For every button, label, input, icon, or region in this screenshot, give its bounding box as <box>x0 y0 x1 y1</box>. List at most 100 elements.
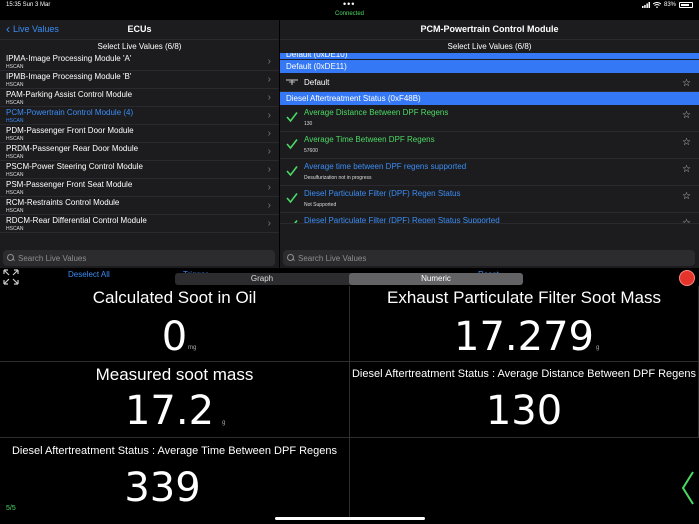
checkmark-icon <box>286 193 298 204</box>
status-time: 15:35 Sun 3 Mar <box>6 2 51 8</box>
chevron-right-icon: › <box>267 74 271 85</box>
chevron-right-icon: › <box>267 218 271 229</box>
checkmark-icon <box>286 166 298 177</box>
ecu-panel: ‹ Live Values ECUs Select Live Values (6… <box>0 20 279 279</box>
gauge-value: 339 <box>124 465 201 511</box>
checkmark-icon <box>286 112 298 123</box>
ecu-list-item[interactable]: IPMB-Image Processing Module 'B' HSCAN › <box>0 71 279 89</box>
ecu-list[interactable]: IPMA-Image Processing Module 'A' HSCAN › IP… <box>0 53 279 247</box>
checkmark-icon <box>294 220 298 223</box>
home-indicator[interactable] <box>275 517 425 520</box>
ecu-name: PSM-Passenger Front Seat Module <box>6 180 133 189</box>
gauge-avg-time-dpf[interactable]: Diesel Aftertreatment Status : Average T… <box>0 438 350 518</box>
gauge-title: Exhaust Particulate Filter Soot Mass <box>386 288 661 307</box>
module-nav-bar: PCM-Powertrain Control Module <box>280 20 699 40</box>
ecu-list-item[interactable]: IPMA-Image Processing Module 'A' HSCAN › <box>0 53 279 71</box>
live-value-current: 130 <box>304 121 313 127</box>
status-bar: 15:35 Sun 3 Mar ••• Connected 83% <box>0 0 699 20</box>
live-values-list[interactable]: Default (0xDE10) Default (0xDE11) Defaul… <box>280 53 699 247</box>
default-item-label: Default <box>304 78 330 87</box>
gauge-title: Measured soot mass <box>95 365 254 384</box>
ecu-list-item[interactable]: PDM-Passenger Front Door Module HSCAN › <box>0 125 279 143</box>
ecu-bus: HSCAN <box>6 190 24 196</box>
ecu-name: PSCM-Power Steering Control Module <box>6 162 143 171</box>
live-values-search-input[interactable] <box>298 253 498 263</box>
ecu-list-item[interactable]: PSCM-Power Steering Control Module HSCAN › <box>0 161 279 179</box>
status-right: 83% <box>641 2 693 8</box>
record-button[interactable] <box>679 270 695 286</box>
ecu-search-bar[interactable] <box>3 250 275 266</box>
star-icon[interactable]: ☆ <box>682 137 691 148</box>
expand-icon[interactable] <box>2 268 20 286</box>
live-value-row[interactable]: Diesel Particulate Filter (DPF) Regen St… <box>280 213 699 224</box>
ecu-list-item[interactable]: PCM-Powertrain Control Module (4) HSCAN › <box>0 107 279 125</box>
gauge-value: 17.2 <box>124 388 215 434</box>
ecu-name: IPMB-Image Processing Module 'B' <box>6 72 132 81</box>
tab-graph[interactable]: Graph <box>175 273 349 285</box>
star-icon[interactable]: ☆ <box>682 78 691 89</box>
gauge-measured-soot[interactable]: Measured soot mass 17.2 g <box>0 362 350 438</box>
star-icon[interactable]: ☆ <box>682 164 691 175</box>
gauge-title: Calculated Soot in Oil <box>92 288 257 307</box>
ecu-name: RDCM-Rear Differential Control Module <box>6 216 147 225</box>
search-icon <box>287 254 295 262</box>
live-value-row[interactable]: Average time between DPF regens supporte… <box>280 159 699 186</box>
gauge-unit: g <box>596 345 600 351</box>
dpf-items: Average Distance Between DPF Regens 130 ☆ A… <box>280 105 699 224</box>
ecu-select-count: Select Live Values (6/8) <box>97 42 182 51</box>
live-value-row[interactable]: Average Distance Between DPF Regens 130 ☆ <box>280 105 699 132</box>
ecu-list-item[interactable]: PSM-Passenger Front Seat Module HSCAN › <box>0 179 279 197</box>
ecu-name: IPMA-Image Processing Module 'A' <box>6 54 132 63</box>
chevron-right-icon: › <box>267 128 271 139</box>
ecu-panel-title: ECUs <box>127 24 152 34</box>
deselect-all-button[interactable]: Deselect All <box>68 270 110 279</box>
ecu-list-item[interactable]: RCM-Restraints Control Module HSCAN › <box>0 197 279 215</box>
gauge-exhaust-pf-soot[interactable]: Exhaust Particulate Filter Soot Mass 17.… <box>350 286 699 362</box>
multitasking-dots-icon[interactable]: ••• <box>343 0 355 9</box>
ecu-name: RCM-Restraints Control Module <box>6 198 120 207</box>
ecu-list-item[interactable]: PAM-Parking Assist Control Module HSCAN › <box>0 89 279 107</box>
ecu-bus: HSCAN <box>6 118 24 124</box>
section-header-dpf: Diesel Aftertreatment Status (0xF48B) <box>280 92 699 105</box>
search-icon <box>7 254 15 262</box>
module-title: PCM-Powertrain Control Module <box>420 24 559 34</box>
gauge-calculated-soot[interactable]: Calculated Soot in Oil 0 mg <box>0 286 350 362</box>
ecu-list-item[interactable]: RDCM-Rear Differential Control Module HSC… <box>0 215 279 233</box>
live-value-row[interactable]: Diesel Particulate Filter (DPF) Regen St… <box>280 186 699 213</box>
live-values-count: Select Live Values (6/8) <box>447 42 532 51</box>
ecu-list-item[interactable]: PRDM-Passenger Rear Door Module HSCAN › <box>0 143 279 161</box>
view-mode-segment[interactable]: Graph Numeric <box>175 273 523 285</box>
ecu-bus: HSCAN <box>6 172 24 178</box>
chevron-right-icon[interactable] <box>681 470 695 506</box>
default-item-row[interactable]: Default ☆ <box>280 73 699 92</box>
star-icon[interactable]: ☆ <box>682 110 691 121</box>
live-value-title: Average Time Between DPF Regens <box>304 135 435 144</box>
live-value-title: Diesel Particulate Filter (DPF) Regen St… <box>304 216 500 224</box>
ecu-name: PCM-Powertrain Control Module (4) <box>6 108 134 117</box>
ecu-search-input[interactable] <box>18 253 218 263</box>
tab-numeric[interactable]: Numeric <box>349 273 523 285</box>
chevron-right-icon: › <box>267 110 271 121</box>
ecu-name: PDM-Passenger Front Door Module <box>6 126 134 135</box>
live-value-current: 57600 <box>304 148 318 154</box>
ecu-nav-bar: ‹ Live Values ECUs <box>0 20 279 40</box>
live-values-search-bar[interactable] <box>283 250 695 266</box>
gauge-unit: g <box>222 420 226 426</box>
gauge-unit: mg <box>188 345 197 351</box>
gauge-avg-distance-dpf[interactable]: Diesel Aftertreatment Status : Average D… <box>350 362 699 438</box>
star-icon[interactable]: ☆ <box>682 191 691 202</box>
live-value-current: Not Supported <box>304 202 337 208</box>
star-icon[interactable]: ☆ <box>682 218 691 223</box>
gauge-title: Diesel Aftertreatment Status : Average T… <box>11 445 338 457</box>
battery-icon <box>679 2 693 8</box>
chevron-right-icon: › <box>267 56 271 67</box>
gauge-value: 0 <box>161 314 188 360</box>
wifi-icon <box>652 2 661 8</box>
ecu-bus: HSCAN <box>6 82 24 88</box>
live-value-title: Diesel Particulate Filter (DPF) Regen St… <box>304 189 461 198</box>
chevron-right-icon: › <box>267 92 271 103</box>
chevron-right-icon: › <box>267 164 271 175</box>
live-value-row[interactable]: Average Time Between DPF Regens 57600 ☆ <box>280 132 699 159</box>
live-value-title: Average Distance Between DPF Regens <box>304 108 449 117</box>
connection-status: Connected <box>334 11 365 17</box>
